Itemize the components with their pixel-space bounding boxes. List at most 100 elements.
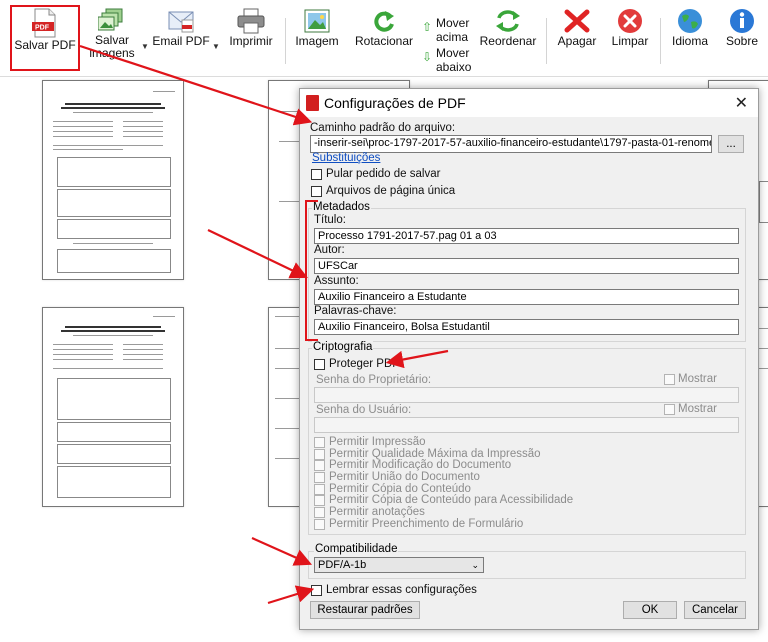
user-password-label: Senha do Usuário: <box>316 404 412 416</box>
metadata-group-label: Metadados <box>312 201 371 213</box>
clear-icon <box>618 9 642 33</box>
dialog-title: Configurações de PDF <box>324 95 466 111</box>
image-icon <box>304 9 330 33</box>
permission-checkbox[interactable] <box>314 519 325 530</box>
permission-label: Permitir anotações <box>329 506 425 518</box>
page-thumbnail[interactable] <box>42 80 184 280</box>
owner-show-checkbox[interactable] <box>664 374 675 385</box>
image-button[interactable]: Imagem <box>292 4 342 72</box>
permission-label: Permitir Modificação do Documento <box>329 459 512 471</box>
user-show-checkbox[interactable] <box>664 404 675 415</box>
page-thumbnail[interactable] <box>42 307 184 507</box>
language-button[interactable]: Idioma <box>666 4 714 72</box>
permission-checkbox[interactable] <box>314 449 325 460</box>
permission-checkbox[interactable] <box>314 484 325 495</box>
email-pdf-button[interactable]: Email PDF <box>150 4 212 72</box>
reorder-icon <box>496 10 520 32</box>
save-images-icon <box>98 8 123 31</box>
rotate-icon <box>374 11 394 32</box>
email-pdf-label: Email PDF <box>152 34 210 48</box>
crypto-group-label: Criptografia <box>312 341 374 353</box>
toolbar: PDF Salvar PDF Salvar imagens ▼ Email PD… <box>0 0 768 77</box>
about-button[interactable]: Sobre <box>720 4 764 72</box>
pdf-icon <box>306 95 319 111</box>
permission-checkbox[interactable] <box>314 460 325 471</box>
remember-settings-checkbox[interactable] <box>311 585 322 596</box>
language-label: Idioma <box>671 34 709 48</box>
owner-password-input[interactable] <box>314 387 739 403</box>
save-images-dropdown-icon[interactable]: ▼ <box>141 42 149 51</box>
move-up-label: Mover acima <box>436 16 470 44</box>
substitutions-link[interactable]: Substituições <box>312 152 380 164</box>
author-input[interactable]: UFSCar <box>314 258 739 274</box>
title-label: Título: <box>314 214 346 226</box>
ok-button[interactable]: OK <box>623 601 677 619</box>
protect-pdf-label: Proteger PDF <box>329 358 400 370</box>
toolbar-separator <box>546 18 547 64</box>
compatibility-group-label: Compatibilidade <box>314 543 399 555</box>
permission-checkbox[interactable] <box>314 472 325 483</box>
move-down-button[interactable]: ⇩ Mover abaixo <box>420 46 472 80</box>
permission-label: Permitir União do Documento <box>329 471 480 483</box>
cancel-button[interactable]: Cancelar <box>684 601 746 619</box>
title-input[interactable]: Processo 1791-2017-57.pag 01 a 03 <box>314 228 739 244</box>
default-path-input[interactable]: -inserir-sei\proc-1797-2017-57-auxilio-f… <box>310 135 712 153</box>
reorder-label: Reordenar <box>479 34 537 48</box>
subject-input[interactable]: Auxilio Financeiro a Estudante <box>314 289 739 305</box>
subject-label: Assunto: <box>314 275 359 287</box>
single-page-files-label: Arquivos de página única <box>326 185 456 197</box>
user-password-input[interactable] <box>314 417 739 433</box>
default-path-label: Caminho padrão do arquivo: <box>310 122 456 134</box>
owner-password-label: Senha do Proprietário: <box>316 374 432 386</box>
reorder-button[interactable]: Reordenar <box>476 4 540 72</box>
browse-button[interactable]: ... <box>718 135 744 153</box>
close-icon[interactable]: ✕ <box>735 93 748 113</box>
permission-label: Permitir Impressão <box>329 436 426 448</box>
compatibility-value: PDF/A-1b <box>318 559 367 571</box>
arrow-up-icon: ⇧ <box>422 20 433 34</box>
clear-label: Limpar <box>611 34 649 48</box>
about-label: Sobre <box>725 34 759 48</box>
protect-pdf-checkbox[interactable] <box>314 359 325 370</box>
keywords-label: Palavras-chave: <box>314 305 397 317</box>
email-icon <box>168 11 194 33</box>
print-label: Imprimir <box>229 34 273 48</box>
clear-button[interactable]: Limpar <box>607 4 653 72</box>
permission-label: Permitir Cópia de Conteúdo para Acessibi… <box>329 494 574 506</box>
keywords-input[interactable]: Auxilio Financeiro, Bolsa Estudantil <box>314 319 739 335</box>
owner-show-label: Mostrar <box>678 373 717 385</box>
delete-label: Apagar <box>557 34 597 48</box>
email-pdf-dropdown-icon[interactable]: ▼ <box>212 42 220 51</box>
save-pdf-highlight-box <box>10 5 80 71</box>
rotate-label: Rotacionar <box>354 34 414 48</box>
toolbar-separator <box>660 18 661 64</box>
permission-checkbox[interactable] <box>314 437 325 448</box>
move-up-button[interactable]: ⇧ Mover acima <box>420 16 472 50</box>
skip-save-prompt-checkbox[interactable] <box>311 169 322 180</box>
permission-label: Permitir Preenchimento de Formulário <box>329 518 524 530</box>
chevron-down-icon: ⌄ <box>471 560 479 570</box>
dialog-title-bar: Configurações de PDF ✕ <box>300 89 758 117</box>
delete-icon <box>564 9 590 33</box>
move-down-label: Mover abaixo <box>436 46 472 74</box>
info-icon <box>730 9 754 33</box>
user-show-label: Mostrar <box>678 403 717 415</box>
rotate-button[interactable]: Rotacionar <box>350 4 418 72</box>
image-label: Imagem <box>295 34 339 48</box>
pdf-settings-dialog: Configurações de PDF ✕ Caminho padrão do… <box>299 88 759 630</box>
print-button[interactable]: Imprimir <box>224 4 278 72</box>
arrow-down-icon: ⇩ <box>422 50 433 64</box>
remember-settings-label: Lembrar essas configurações <box>326 584 477 596</box>
compatibility-select[interactable]: PDF/A-1b ⌄ <box>314 557 484 573</box>
toolbar-separator <box>285 18 286 64</box>
author-label: Autor: <box>314 244 345 256</box>
permission-checkbox[interactable] <box>314 495 325 506</box>
globe-icon <box>678 9 702 33</box>
permission-checkbox[interactable] <box>314 507 325 518</box>
single-page-files-checkbox[interactable] <box>311 186 322 197</box>
restore-defaults-button[interactable]: Restaurar padrões <box>310 601 420 619</box>
delete-button[interactable]: Apagar <box>552 4 602 72</box>
save-images-button[interactable]: Salvar imagens <box>86 4 138 72</box>
skip-save-prompt-label: Pular pedido de salvar <box>326 168 441 180</box>
printer-icon <box>237 8 265 34</box>
